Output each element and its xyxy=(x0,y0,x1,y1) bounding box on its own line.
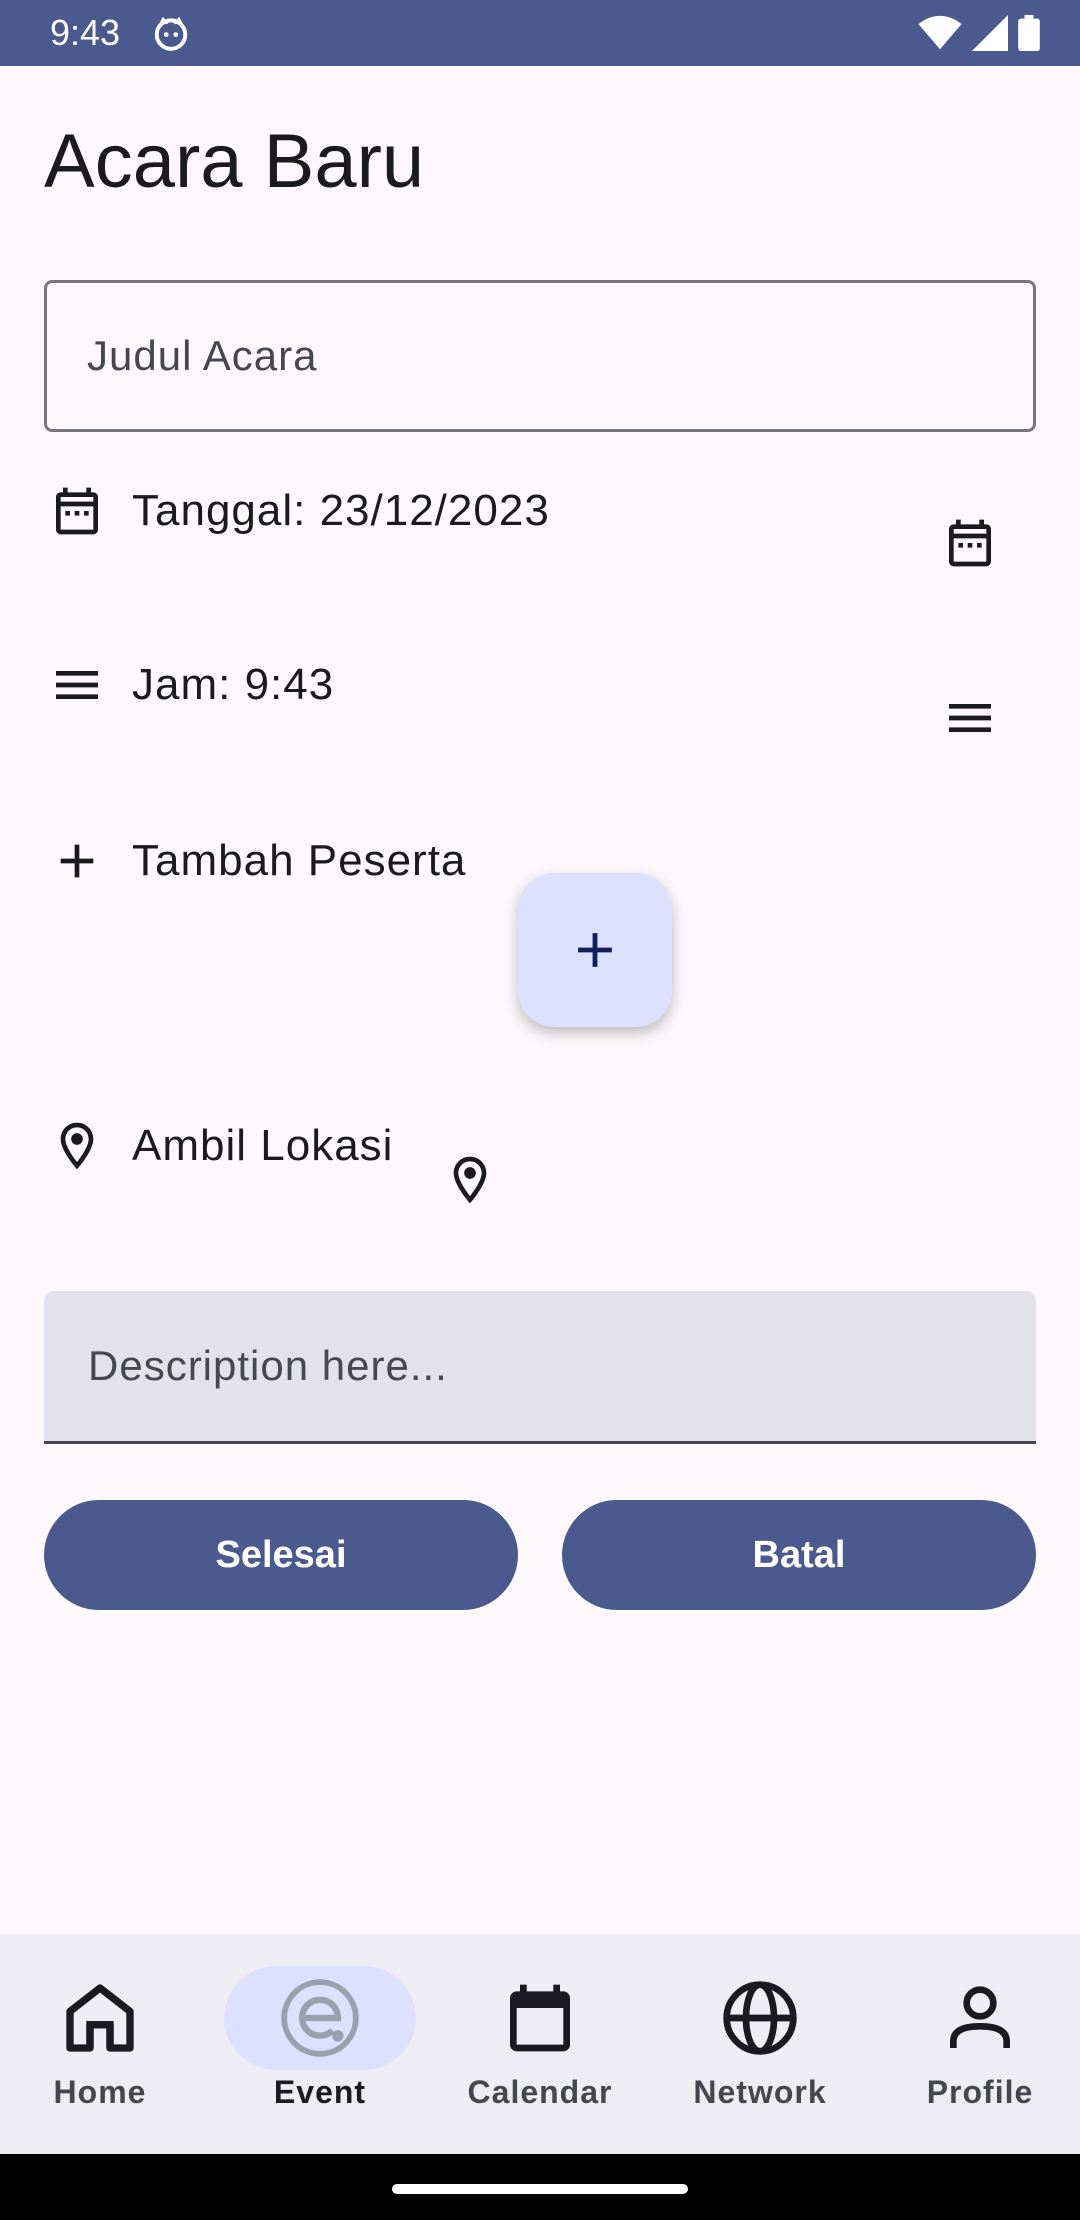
nav-item-home[interactable]: Home xyxy=(0,1934,200,2154)
menu-icon xyxy=(949,704,991,732)
nav-indicator xyxy=(664,1966,856,2070)
calendar-icon xyxy=(510,1984,570,2052)
plus-icon xyxy=(578,933,612,967)
globe-icon xyxy=(723,1981,797,2055)
status-time: 9:43 xyxy=(50,12,121,53)
home-icon xyxy=(66,1984,134,2052)
nav-label: Event xyxy=(273,2074,367,2110)
location-pin-icon xyxy=(453,1156,487,1204)
nav-indicator xyxy=(444,1966,636,2070)
location-pin-icon xyxy=(44,1113,110,1179)
home-gesture-handle[interactable] xyxy=(392,2184,688,2194)
participant-row: Tambah Peserta xyxy=(44,826,466,896)
status-icons xyxy=(918,14,1040,52)
cancel-button[interactable]: Batal xyxy=(562,1500,1036,1610)
description-input[interactable] xyxy=(88,1291,988,1441)
location-label: Ambil Lokasi xyxy=(132,1121,394,1170)
time-label: Jam: 9:43 xyxy=(132,660,335,709)
nav-item-profile[interactable]: Profile xyxy=(880,1934,1080,2154)
date-label: Tanggal: 23/12/2023 xyxy=(132,486,550,535)
done-button[interactable]: Selesai xyxy=(44,1500,518,1610)
notification-cat-icon xyxy=(154,16,188,51)
nav-label: Home xyxy=(53,2074,147,2110)
get-location-button[interactable] xyxy=(430,1140,510,1220)
nav-label: Profile xyxy=(926,2074,1034,2110)
wifi-icon xyxy=(918,15,962,50)
nav-item-event[interactable]: Event xyxy=(220,1934,420,2154)
nav-indicator-active xyxy=(224,1966,416,2070)
nav-item-calendar[interactable]: Calendar xyxy=(440,1934,640,2154)
page-title: Acara Baru xyxy=(44,119,425,204)
menu-icon xyxy=(44,652,110,718)
bottom-navigation: Home Event Calendar Network Profile xyxy=(0,1934,1080,2154)
description-field[interactable] xyxy=(44,1291,1036,1444)
event-title-field[interactable] xyxy=(44,280,1036,432)
nav-indicator xyxy=(884,1966,1076,2070)
person-icon xyxy=(950,1986,1010,2048)
signal-icon xyxy=(972,15,1008,51)
nav-label: Network xyxy=(693,2074,827,2110)
pick-time-button[interactable] xyxy=(930,678,1010,758)
nav-item-network[interactable]: Network xyxy=(660,1934,860,2154)
add-participant-button[interactable] xyxy=(518,873,672,1027)
time-row: Jam: 9:43 xyxy=(44,650,334,720)
battery-icon xyxy=(1018,15,1040,51)
plus-icon xyxy=(44,828,110,894)
nav-label: Calendar xyxy=(467,2074,613,2110)
calendar-icon xyxy=(949,519,991,567)
nav-indicator xyxy=(4,1966,196,2070)
pick-date-button[interactable] xyxy=(930,503,1010,583)
status-bar: 9:43 xyxy=(0,0,1080,66)
event-title-input[interactable] xyxy=(87,283,987,429)
date-row: Tanggal: 23/12/2023 xyxy=(44,476,550,546)
location-row: Ambil Lokasi xyxy=(44,1111,393,1181)
event-icon xyxy=(281,1979,359,2057)
gesture-bar xyxy=(0,2154,1080,2220)
calendar-icon xyxy=(44,478,110,544)
participant-label: Tambah Peserta xyxy=(132,836,467,885)
